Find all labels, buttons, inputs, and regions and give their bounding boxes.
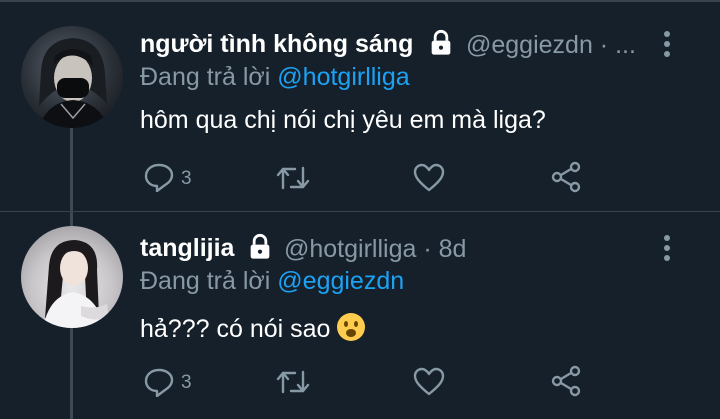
like-icon[interactable]	[413, 163, 445, 198]
frowning-face-emoji	[336, 312, 366, 349]
author-name[interactable]: tanglijia	[140, 234, 234, 263]
lock-icon	[246, 233, 274, 266]
replying-to-label: Đang trả lời	[140, 63, 278, 91]
replying-to: Đang trả lời @hotgirlliga	[140, 63, 410, 92]
reply-count: 3	[181, 168, 192, 189]
share-icon[interactable]	[550, 365, 582, 402]
share-icon[interactable]	[550, 161, 582, 198]
tweet-text: hả??? có nói sao	[140, 312, 366, 349]
tweet-text: hôm qua chị nói chị yêu em mà liga?	[140, 106, 546, 134]
reply-icon[interactable]	[143, 367, 175, 402]
retweet-icon[interactable]	[275, 368, 311, 401]
author-handle[interactable]: @eggiezdn · ...	[466, 31, 636, 60]
retweet-icon[interactable]	[275, 164, 311, 197]
mention-link[interactable]: @hotgirlliga	[277, 63, 409, 91]
lock-icon	[427, 29, 455, 62]
reply-icon[interactable]	[143, 162, 175, 197]
reply-count: 3	[181, 372, 192, 393]
top-divider	[0, 0, 720, 2]
author-handle[interactable]: @hotgirlliga · 8d	[284, 235, 466, 264]
tweet-text-content: hả??? có nói sao	[140, 315, 331, 343]
like-icon[interactable]	[413, 367, 445, 402]
replying-to-label: Đang trả lời	[140, 267, 278, 295]
more-options-icon[interactable]	[657, 30, 677, 63]
more-options-icon[interactable]	[657, 234, 677, 267]
avatar[interactable]	[21, 226, 123, 328]
tweet-divider	[0, 211, 720, 212]
replying-to: Đang trả lời @eggiezdn	[140, 267, 404, 296]
mention-link[interactable]: @eggiezdn	[277, 267, 404, 295]
author-name[interactable]: người tình không sáng	[140, 30, 413, 59]
avatar[interactable]	[21, 26, 123, 128]
